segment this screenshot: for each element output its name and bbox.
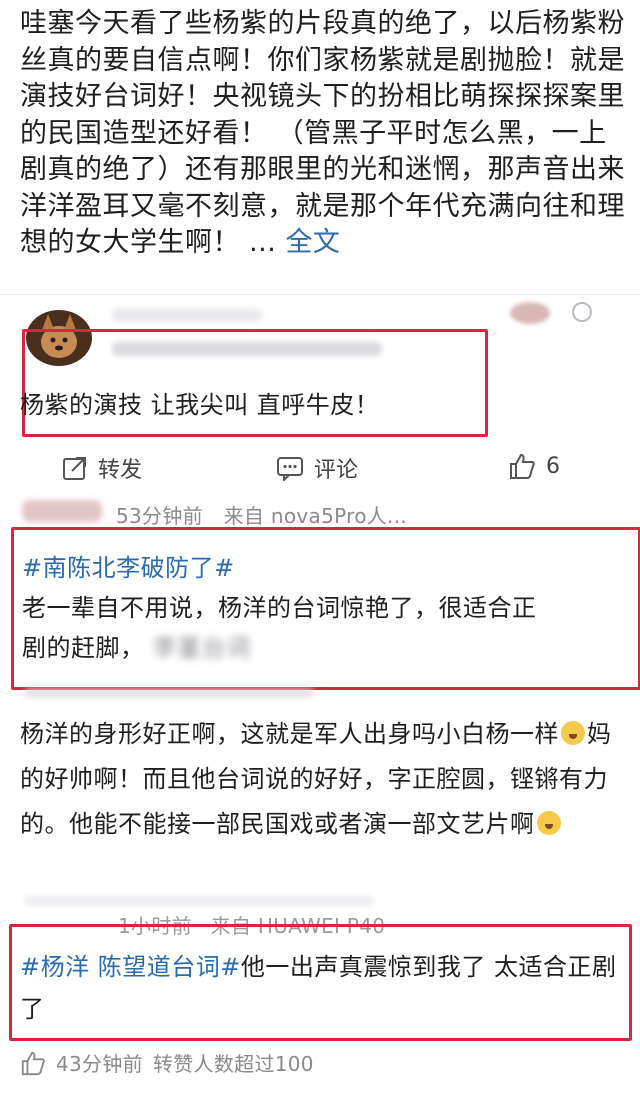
comment-meta: 53分钟前 来自 nova5Pro人...	[116, 500, 407, 529]
decoration-icon	[510, 302, 550, 324]
crying-emoji-icon	[536, 811, 561, 835]
post-text: 哇塞今天看了些杨紫的片段真的绝了，以后杨紫粉丝真的要自信点啊！你们家杨紫就是剧抛…	[20, 8, 625, 258]
comment-2-line2: 剧的赶脚，	[22, 634, 145, 662]
topic-tag[interactable]: #南陈北李破防了#	[22, 554, 235, 582]
repost-label: 转发	[98, 458, 143, 483]
blurred-username-mention: 李堇台词	[152, 634, 251, 662]
comment-text: 杨紫的演技 让我尖叫 直呼牛皮！	[20, 391, 380, 419]
comment-footer: 43分钟前 转赞人数超过100	[20, 1048, 314, 1077]
comment-4: #杨洋 陈望道台词#他一出声真震惊到我了 太适合正剧了	[20, 946, 620, 1030]
thumbs-up-icon[interactable]	[20, 1050, 46, 1076]
blurred-meta	[24, 688, 314, 698]
blurred-meta	[24, 896, 374, 906]
comment-icon	[277, 457, 303, 481]
repost-icon	[63, 457, 86, 480]
comment-2-line1: 老一辈自不用说，杨洋的台词惊艳了，很适合正	[22, 594, 537, 622]
post-body: 哇塞今天看了些杨紫的片段真的绝了，以后杨紫粉丝真的要自信点啊！你们家杨紫就是剧抛…	[20, 6, 626, 262]
divider	[0, 294, 640, 295]
comment-time: 43分钟前	[56, 1052, 143, 1076]
like-count: 6	[546, 453, 560, 479]
like-button[interactable]: 6	[508, 452, 560, 480]
comment-label: 评论	[314, 458, 359, 483]
read-more-link[interactable]: 全文	[285, 227, 340, 258]
topic-tag[interactable]: #杨洋 陈望道台词#	[20, 953, 241, 981]
repost-button[interactable]: 转发	[62, 452, 142, 484]
comment-3: 杨洋的身形好正啊，这就是军人出身吗小白杨一样 妈的好帅啊！而且他台词说的好好，字正…	[20, 712, 620, 847]
comment-button[interactable]: 评论	[276, 452, 358, 484]
comment-time: 53分钟前	[116, 504, 203, 528]
follow-icon[interactable]	[572, 302, 592, 322]
comment-source: 来自 nova5Pro人...	[223, 504, 408, 528]
blurred-avatar	[22, 500, 102, 522]
repost-count: 转赞人数超过100	[152, 1052, 314, 1076]
comment-3-text: 杨洋的身形好正啊，这就是军人出身吗小白杨一样	[20, 720, 559, 748]
blurred-username-top	[112, 308, 262, 322]
thumbs-up-icon	[510, 453, 535, 479]
comment-2: #南陈北李破防了# 老一辈自不用说，杨洋的台词惊艳了，很适合正 剧的赶脚， 李堇…	[22, 548, 537, 668]
crying-emoji-icon	[561, 721, 585, 745]
highlight-box-1	[22, 329, 488, 437]
